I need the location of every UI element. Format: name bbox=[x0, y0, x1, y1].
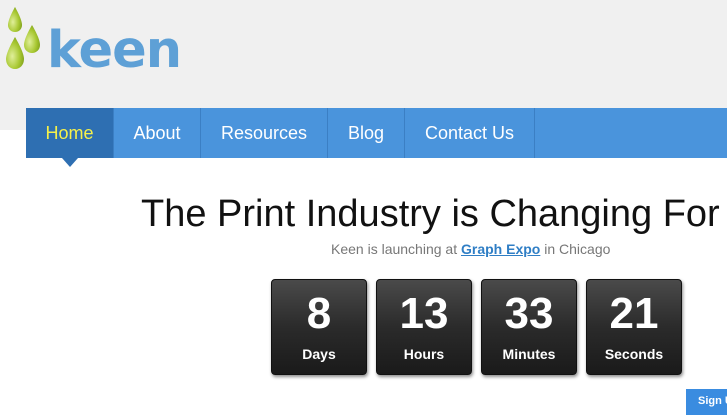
countdown-minutes: 33 Minutes bbox=[481, 279, 577, 375]
nav-item-contact[interactable]: Contact Us bbox=[405, 108, 535, 158]
nav-item-label: Blog bbox=[347, 123, 385, 143]
countdown-label: Hours bbox=[403, 346, 445, 362]
countdown-label: Seconds bbox=[604, 346, 664, 362]
nav-item-label: Resources bbox=[220, 123, 308, 143]
countdown-value: 8 bbox=[306, 289, 332, 338]
countdown-value: 13 bbox=[399, 289, 449, 338]
brand-name: keen bbox=[47, 21, 182, 80]
nav-item-label: Home bbox=[45, 123, 94, 143]
countdown-seconds: 21 Seconds bbox=[586, 279, 682, 375]
keen-logo[interactable]: keen bbox=[3, 5, 203, 77]
sign-up-button[interactable]: Sign Up bbox=[686, 389, 727, 415]
countdown-label: Days bbox=[302, 346, 336, 362]
subtitle-suffix: in Chicago bbox=[540, 241, 611, 257]
nav-item-home[interactable]: Home bbox=[26, 108, 114, 167]
nav-item-blog[interactable]: Blog bbox=[328, 108, 405, 158]
active-pointer-icon bbox=[61, 158, 78, 167]
main-nav: Home About Resources Blog Contact Us bbox=[26, 108, 727, 167]
nav-item-label: Contact Us bbox=[424, 123, 515, 143]
launch-subtitle: Keen is launching at Graph Expo in Chica… bbox=[331, 241, 610, 257]
countdown-label: Minutes bbox=[502, 346, 556, 362]
countdown-days: 8 Days bbox=[271, 279, 367, 375]
subtitle-prefix: Keen is launching at bbox=[331, 241, 461, 257]
nav-item-resources[interactable]: Resources bbox=[201, 108, 328, 158]
graph-expo-link[interactable]: Graph Expo bbox=[461, 241, 540, 257]
countdown-value: 33 bbox=[504, 289, 554, 338]
nav-item-about[interactable]: About bbox=[114, 108, 201, 158]
countdown-hours: 13 Hours bbox=[376, 279, 472, 375]
nav-item-label: About bbox=[133, 123, 181, 143]
countdown-value: 21 bbox=[609, 289, 659, 338]
page-title: The Print Industry is Changing For bbox=[141, 193, 720, 235]
